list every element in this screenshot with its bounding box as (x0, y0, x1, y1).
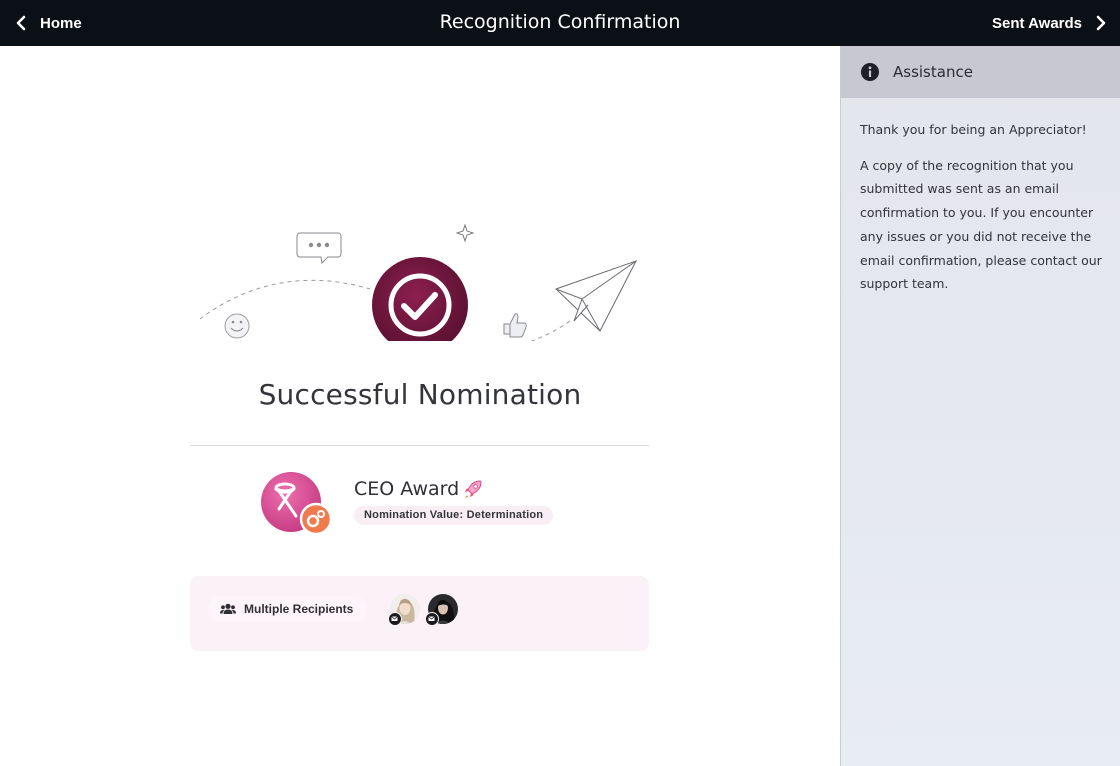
info-icon (861, 63, 879, 81)
smiley-icon (224, 313, 250, 339)
page-title: Recognition Confirmation (439, 11, 681, 33)
thumbs-up-icon (503, 313, 527, 338)
assistance-title: Assistance (893, 63, 973, 81)
success-illustration (199, 223, 638, 341)
main-content: Successful Nomination CEO Award Nominati… (0, 46, 840, 766)
multiple-recipients-button[interactable]: Multiple Recipients (208, 596, 368, 622)
sent-awards-label: Sent Awards (991, 14, 1082, 32)
award-title: CEO Award (354, 478, 484, 500)
award-badge-icon (261, 472, 332, 536)
mail-icon (425, 612, 439, 626)
assistance-paragraph: Thank you for being an Appreciator! (860, 122, 1087, 137)
top-bar: Home Recognition Confirmation Sent Award… (0, 0, 1120, 46)
recipients-panel: Multiple Recipients (190, 576, 649, 651)
sent-awards-link[interactable]: Sent Awards (992, 0, 1112, 46)
people-icon (220, 603, 236, 614)
award-name: CEO Award (354, 478, 460, 500)
chevron-left-icon (10, 12, 32, 34)
gear-icon (299, 502, 332, 536)
nomination-value-badge: Nomination Value: Determination (354, 506, 554, 525)
chevron-right-icon (1090, 12, 1112, 34)
chat-bubble-icon (296, 232, 342, 265)
mail-icon (388, 612, 402, 626)
assistance-header: Assistance (841, 46, 1120, 98)
assistance-sidebar: Assistance Thank you for being an Apprec… (840, 46, 1120, 766)
divider (190, 445, 649, 446)
assistance-paragraph: A copy of the recognition that you submi… (860, 157, 1102, 292)
check-circle-icon (372, 257, 468, 341)
home-back-link[interactable]: Home (10, 0, 82, 46)
home-back-label: Home (40, 14, 82, 32)
assistance-body: Thank you for being an Appreciator! A co… (860, 118, 1110, 308)
success-title: Successful Nomination (258, 378, 582, 411)
multiple-recipients-label: Multiple Recipients (244, 602, 354, 616)
paper-plane-icon (555, 260, 638, 332)
rocket-icon (465, 480, 482, 498)
